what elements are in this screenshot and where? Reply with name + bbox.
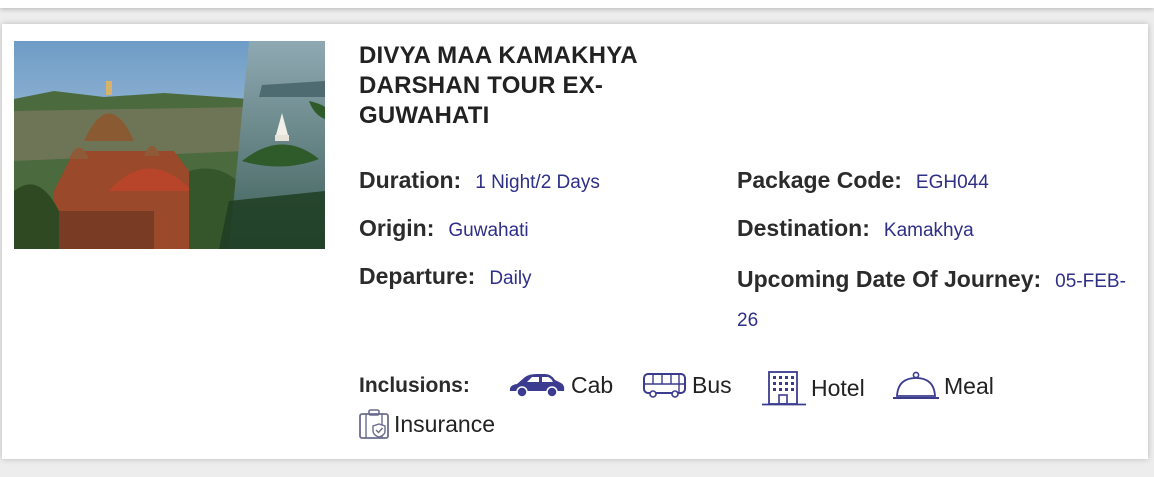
temple-landscape-image [14,41,325,249]
inclusion-hotel-label: Hotel [811,374,865,401]
upcoming-date-field: Upcoming Date Of Journey: 05-FEB-26 [737,263,1137,341]
package-code-value: EGH044 [915,172,989,193]
insurance-icon [359,409,389,439]
origin-label: Origin: [359,215,435,241]
bus-icon [643,373,686,398]
package-image[interactable] [14,41,325,249]
duration-label: Duration: [359,167,462,193]
package-code-label: Package Code: [737,167,902,193]
duration-value: 1 Night/2 Days [475,172,600,193]
previous-card-edge [0,0,1154,8]
inclusions-label: Inclusions: [359,374,470,397]
destination-value: Kamakhya [883,220,974,241]
origin-field: Origin: Guwahati [359,215,529,242]
inclusion-bus-label: Bus [692,371,732,398]
inclusion-bus: Bus [642,371,732,399]
package-title[interactable]: DIVYA MAA KAMAKHYA DARSHAN TOUR EX-GUWAH… [359,41,689,131]
inclusion-insurance-label: Insurance [394,410,496,437]
package-code-field: Package Code: EGH044 [737,167,989,194]
hotel-icon [762,371,806,406]
meal-cloche-icon [893,371,939,399]
car-icon [509,374,565,398]
inclusion-meal-label: Meal [944,372,994,399]
upcoming-date-label: Upcoming Date Of Journey: [737,266,1042,292]
destination-label: Destination: [737,215,870,241]
inclusion-meal: Meal [892,370,994,402]
origin-value: Guwahati [448,220,529,241]
departure-value: Daily [489,268,532,289]
departure-label: Departure: [359,263,476,289]
destination-field: Destination: Kamakhya [737,215,974,242]
inclusion-cab: Cab [507,371,613,399]
inclusion-cab-label: Cab [571,371,614,398]
departure-field: Departure: Daily [359,263,532,290]
inclusion-hotel: Hotel [761,370,865,406]
inclusion-insurance: Insurance [358,408,495,440]
duration-field: Duration: 1 Night/2 Days [359,167,600,194]
package-card: DIVYA MAA KAMAKHYA DARSHAN TOUR EX-GUWAH… [2,24,1148,459]
